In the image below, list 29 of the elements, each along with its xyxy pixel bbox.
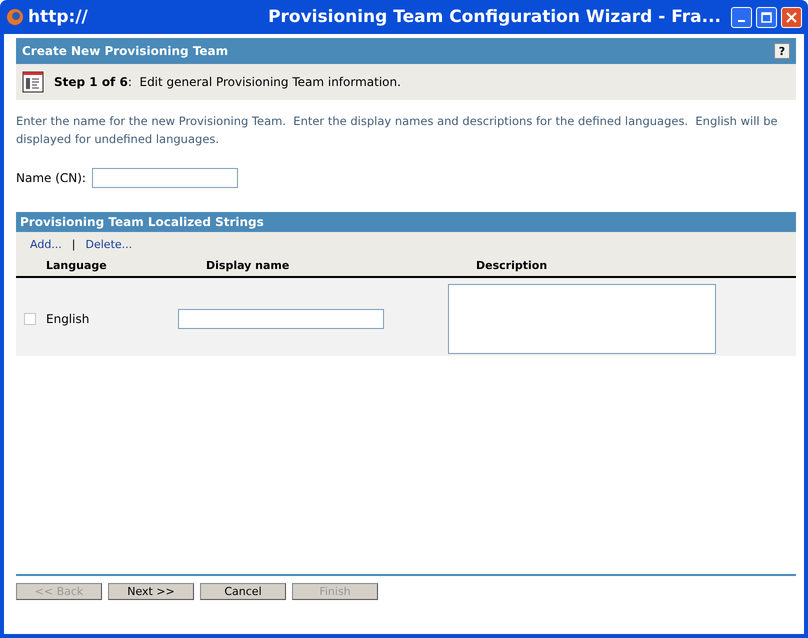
column-header: Description [476,259,548,272]
close-icon [786,12,797,22]
wizard-button[interactable]: Cancel [200,583,286,600]
close-button[interactable] [781,6,802,28]
intro-text: Enter the name for the new Provisioning Team. Enter the display names and descriptions for the defined languages. English will be displayed for undefined languages. [16,113,779,148]
browser-logo-icon [6,8,24,26]
row-checkbox[interactable] [24,313,36,325]
separator-text: | [72,238,76,251]
name-label: Name (CN): [16,171,86,185]
minimize-icon [738,20,745,22]
action-link[interactable]: Delete... [86,238,132,251]
name-input-field[interactable] [92,168,238,188]
panel-title: Create New Provisioning Team [22,44,228,58]
window-address: http:// [28,7,88,27]
language-cell-text: English [45,312,90,326]
help-button[interactable]: ? [774,43,790,59]
wizard-button[interactable]: Next >> [108,583,194,600]
window-title: Provisioning Team Configuration Wizard - Fra... [267,7,721,27]
wizard-step-icon [22,71,44,93]
column-header: Language [46,259,108,272]
step-text: Step 1 of 6: Edit general Provisioning Team information. [54,75,401,89]
display-name-field[interactable] [178,309,384,329]
minimize-button[interactable] [731,6,752,28]
section-title: Provisioning Team Localized Strings [16,212,796,232]
maximize-button[interactable] [756,6,777,28]
action-link[interactable]: Add... [30,238,62,251]
description-field[interactable] [448,284,716,354]
maximize-icon [761,12,772,22]
column-header: Display name [206,259,290,272]
